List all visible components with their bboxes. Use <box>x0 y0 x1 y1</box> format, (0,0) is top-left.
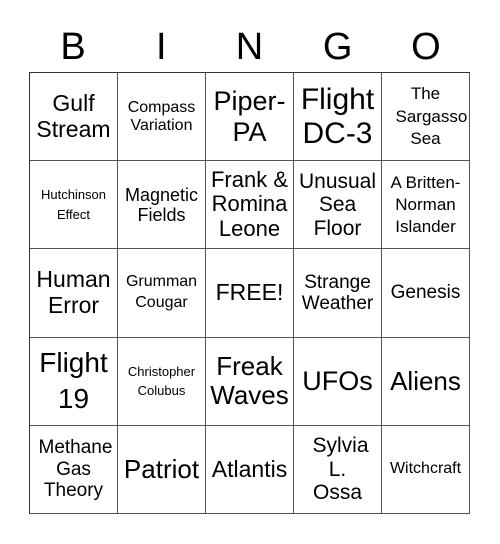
bingo-cell[interactable]: UFOs <box>294 337 382 426</box>
bingo-header: B I N G O <box>29 22 470 72</box>
cell-text: Grumman Cougar <box>125 273 198 311</box>
cell-text: Flight DC-3 <box>300 83 375 150</box>
bingo-cell[interactable]: A Britten-Norman Islander <box>382 161 470 250</box>
bingo-cell[interactable]: Atlantis <box>206 425 294 514</box>
bingo-cell[interactable]: Hutchinson Effect <box>30 161 118 250</box>
bingo-cell free-space[interactable]: FREE! <box>206 249 294 338</box>
cell-text: Hutchinson Effect <box>40 187 107 222</box>
bingo-cell[interactable]: Compass Variation <box>118 73 206 162</box>
cell-text: The Sargasso Sea <box>395 84 468 148</box>
header-letter-i: I <box>156 26 167 68</box>
bingo-cell[interactable]: Freak Waves <box>206 337 294 426</box>
bingo-cell[interactable]: Frank & Romina Leone <box>206 161 294 250</box>
bingo-grid: Gulf Stream Compass Variation Piper-PA F… <box>29 72 470 514</box>
bingo-cell[interactable]: Flight DC-3 <box>294 73 382 162</box>
cell-text: Frank & Romina Leone <box>210 166 289 242</box>
cell-text: Flight 19 <box>39 346 108 415</box>
cell-text: Magnetic Fields <box>124 184 199 225</box>
bingo-cell[interactable]: Human Error <box>30 249 118 338</box>
bingo-cell[interactable]: Magnetic Fields <box>118 161 206 250</box>
bingo-cell[interactable]: The Sargasso Sea <box>382 73 470 162</box>
cell-text: Human Error <box>36 266 111 318</box>
cell-text: Aliens <box>390 365 461 396</box>
cell-text: Sylvia L. Ossa <box>312 434 369 505</box>
cell-text: Witchcraft <box>389 460 462 478</box>
cell-text: Freak Waves <box>210 351 289 411</box>
cell-text: Atlantis <box>211 455 288 482</box>
cell-text: Methane Gas Theory <box>38 437 113 502</box>
bingo-cell[interactable]: Gulf Stream <box>30 73 118 162</box>
bingo-cell[interactable]: Flight 19 <box>30 337 118 426</box>
bingo-cell[interactable]: Piper-PA <box>206 73 294 162</box>
bingo-cell[interactable]: Genesis <box>382 249 470 338</box>
bingo-cell[interactable]: Unusual Sea Floor <box>294 161 382 250</box>
bingo-cell[interactable]: Sylvia L. Ossa <box>294 425 382 514</box>
cell-text: Christopher Colubus <box>127 363 196 399</box>
bingo-cell[interactable]: Witchcraft <box>382 425 470 514</box>
bingo-cell[interactable]: Strange Weather <box>294 249 382 338</box>
cell-text: Piper-PA <box>213 86 286 147</box>
header-letter-g: G <box>322 26 353 68</box>
cell-text: Compass Variation <box>127 98 196 134</box>
header-letter-o: O <box>411 26 441 68</box>
bingo-cell[interactable]: Patriot <box>118 425 206 514</box>
cell-text: Gulf Stream <box>36 89 111 142</box>
header-letter-b: B <box>60 26 86 68</box>
bingo-cell[interactable]: Christopher Colubus <box>118 337 206 426</box>
bingo-cell[interactable]: Aliens <box>382 337 470 426</box>
cell-text: Strange Weather <box>301 271 374 314</box>
cell-text: Patriot <box>123 453 200 484</box>
cell-text: UFOs <box>302 366 373 397</box>
bingo-cell[interactable]: Grumman Cougar <box>118 249 206 338</box>
cell-text: Unusual Sea Floor <box>298 169 377 240</box>
free-space-text: FREE! <box>215 279 284 306</box>
cell-text: Genesis <box>390 282 461 304</box>
header-letter-n: N <box>235 26 264 68</box>
cell-text: A Britten-Norman Islander <box>390 172 461 236</box>
bingo-cell[interactable]: Methane Gas Theory <box>30 425 118 514</box>
